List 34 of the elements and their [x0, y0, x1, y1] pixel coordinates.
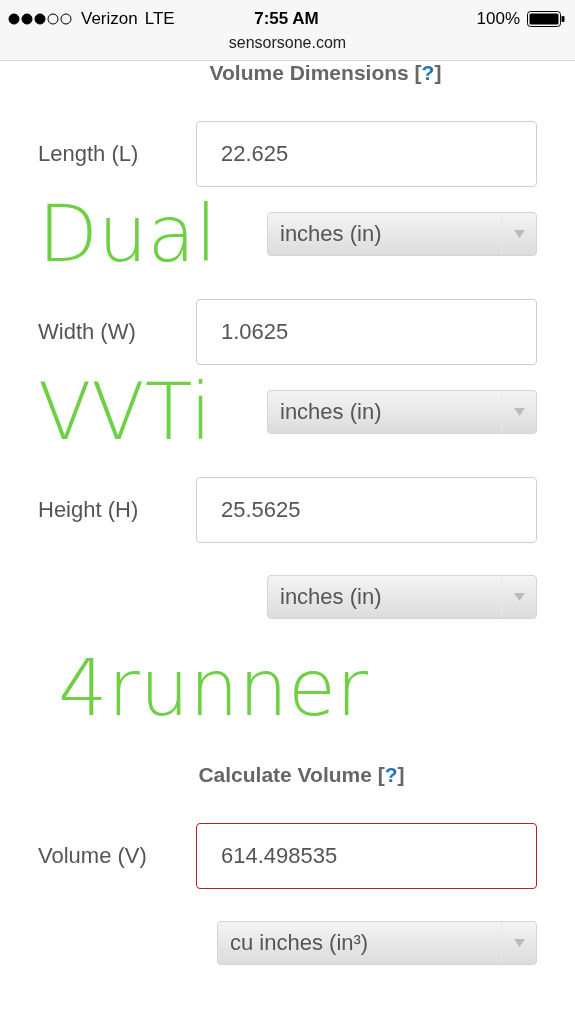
- section-title: Calculate Volume: [198, 763, 372, 787]
- unit-select[interactable]: inches (in): [267, 390, 537, 434]
- unit-select[interactable]: inches (in): [267, 212, 537, 256]
- handwritten-note: 4runner: [58, 649, 370, 727]
- dropdown-arrow-icon: [513, 939, 525, 947]
- number-input[interactable]: 614.498535: [196, 823, 537, 889]
- number-input[interactable]: 22.625: [196, 121, 537, 187]
- bracket-text: [: [414, 61, 422, 85]
- network-text: LTE: [144, 9, 175, 29]
- dropdown-arrow-icon: [513, 408, 525, 416]
- unit-select[interactable]: inches (in): [267, 575, 537, 619]
- clock-text: 7:55 AM: [254, 9, 319, 29]
- bracket-text: ]: [434, 61, 442, 85]
- number-input[interactable]: 25.5625: [196, 477, 537, 543]
- bracket-text: [: [377, 763, 385, 787]
- field-label: Width (W): [38, 319, 137, 345]
- dropdown-arrow-icon: [513, 593, 525, 601]
- bracket-text: ]: [397, 763, 405, 787]
- help-link[interactable]: ?: [384, 763, 398, 787]
- field-label: Volume (V): [38, 843, 148, 869]
- handwritten-note: VVTi: [38, 373, 212, 451]
- handwritten-note: Dual: [38, 195, 217, 273]
- signal-icon: [8, 13, 74, 25]
- url-text[interactable]: sensorsone.com: [228, 34, 347, 51]
- battery-text: 100%: [476, 9, 520, 29]
- help-link[interactable]: ?: [421, 61, 435, 85]
- field-label: Height (H): [38, 497, 140, 523]
- field-label: Length (L): [38, 141, 140, 167]
- dropdown-arrow-icon: [513, 230, 525, 238]
- section-title: Volume Dimensions: [209, 61, 409, 85]
- battery-icon: [527, 11, 565, 27]
- unit-select[interactable]: cu inches (in³): [217, 921, 537, 965]
- carrier-text: Verizon: [81, 9, 138, 29]
- number-input[interactable]: 1.0625: [196, 299, 537, 365]
